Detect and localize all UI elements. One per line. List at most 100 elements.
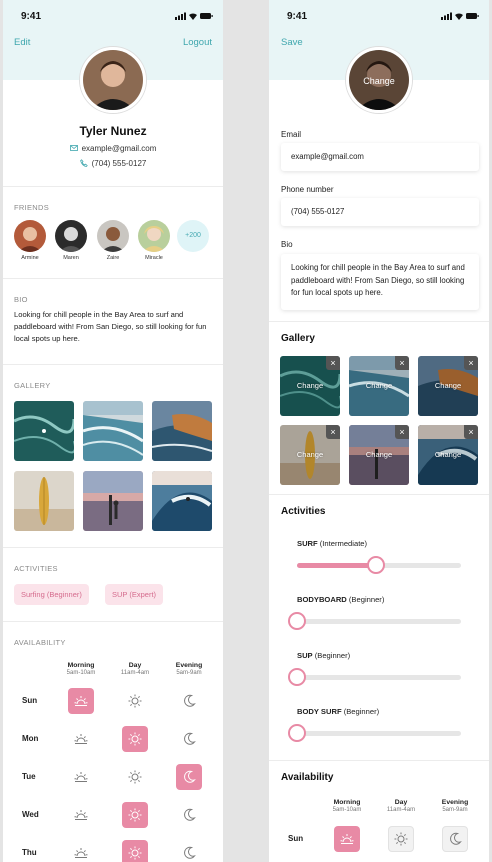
gallery-title: GALLERY [14, 381, 51, 390]
friend-name: Zaire [106, 255, 120, 261]
availability-slot[interactable] [68, 726, 94, 752]
phone-row: (704) 555-0127 [3, 159, 223, 168]
moon-icon [184, 846, 195, 859]
more-friends-button[interactable]: +200 [177, 220, 209, 252]
availability-slot[interactable] [122, 802, 148, 828]
profile-email: example@gmail.com [81, 144, 157, 153]
status-time: 9:41 [287, 11, 308, 22]
bio-label: Bio [281, 240, 293, 249]
divider [3, 364, 223, 365]
sun-icon [128, 808, 142, 822]
remove-photo-button[interactable]: × [464, 425, 478, 439]
gallery-photo-edit[interactable]: Change × [280, 425, 340, 485]
activity-slider[interactable] [288, 724, 461, 742]
slider-handle[interactable] [366, 556, 385, 574]
profile-avatar[interactable] [80, 47, 146, 113]
change-avatar-button[interactable]: Change [346, 47, 412, 113]
sunrise-icon [74, 695, 88, 706]
availability-slot[interactable] [176, 726, 202, 752]
friend-item[interactable]: Miracle [138, 220, 172, 261]
gallery-photo-edit[interactable]: Change × [280, 356, 340, 416]
availability-slot[interactable] [442, 826, 468, 852]
activity-name: SUP [297, 651, 313, 660]
remove-photo-button[interactable]: × [464, 356, 478, 370]
availability-slot[interactable] [122, 726, 148, 752]
divider [3, 186, 223, 187]
activity-label: SUP (Beginner) [297, 651, 350, 660]
friend-avatar [97, 220, 129, 252]
availability-slot[interactable] [176, 802, 202, 828]
gallery-photo[interactable] [152, 401, 212, 461]
availability-slot[interactable] [334, 826, 360, 852]
remove-photo-button[interactable]: × [395, 356, 409, 370]
gallery-photo[interactable] [83, 471, 143, 531]
availability-slot[interactable] [176, 840, 202, 862]
gallery-photo-edit[interactable]: Change × [418, 425, 478, 485]
period-hours: 5am-10am [66, 670, 96, 676]
availability-slot[interactable] [68, 802, 94, 828]
activity-level: (Beginner) [346, 595, 385, 604]
gallery-change-label: Change [296, 450, 324, 459]
activity-name: SURF [297, 539, 318, 548]
gallery-change-label: Change [365, 381, 393, 390]
save-button[interactable]: Save [281, 37, 303, 48]
availability-slot[interactable] [122, 764, 148, 790]
sun-icon [128, 846, 142, 860]
gallery-photo[interactable] [152, 471, 212, 531]
availability-title: Availability [281, 772, 334, 783]
availability-slot[interactable] [176, 764, 202, 790]
edit-button[interactable]: Edit [14, 37, 30, 48]
gallery-photo[interactable] [83, 401, 143, 461]
edit-profile-screen: 9:41 Save Change Email example@gmail.com… [269, 0, 489, 862]
gallery-photo[interactable] [14, 471, 74, 531]
remove-photo-button[interactable]: × [395, 425, 409, 439]
slider-handle[interactable] [288, 724, 306, 742]
slider-handle[interactable] [288, 612, 306, 630]
divider [269, 321, 489, 322]
sunrise-icon [340, 833, 354, 844]
availability-slot[interactable] [388, 826, 414, 852]
phone-field[interactable]: (704) 555-0127 [281, 198, 479, 226]
activity-chip: Surfing (Beginner) [14, 584, 89, 605]
availability-slot[interactable] [68, 840, 94, 862]
logout-button[interactable]: Logout [183, 37, 212, 48]
day-label: Sun [22, 696, 38, 705]
day-label: Wed [22, 810, 39, 819]
friend-item[interactable]: Zaire [97, 220, 131, 261]
friend-item[interactable]: Armine [14, 220, 48, 261]
period-hours: 11am-4am [120, 670, 150, 676]
availability-slot[interactable] [122, 688, 148, 714]
bio-field[interactable]: Looking for chill people in the Bay Area… [281, 254, 479, 310]
activity-label: BODY SURF (Beginner) [297, 707, 379, 716]
gallery-photo-edit[interactable]: Change × [349, 356, 409, 416]
friend-avatar [55, 220, 87, 252]
period-header: Evening 5am-9am [429, 798, 481, 813]
activity-slider[interactable] [297, 556, 461, 574]
gallery-photo-edit[interactable]: Change × [418, 356, 478, 416]
slider-handle[interactable] [288, 668, 306, 686]
friend-item[interactable]: Maren [55, 220, 89, 261]
friends-title: FRIENDS [14, 203, 50, 212]
status-icons [175, 12, 213, 20]
availability-slot[interactable] [122, 840, 148, 862]
moon-icon [184, 694, 195, 707]
availability-slot[interactable] [68, 688, 94, 714]
remove-photo-button[interactable]: × [326, 425, 340, 439]
activity-name: BODYBOARD [297, 595, 347, 604]
availability-slot[interactable] [68, 764, 94, 790]
divider [3, 621, 223, 622]
email-field[interactable]: example@gmail.com [281, 143, 479, 171]
slider-fill [297, 563, 376, 568]
day-label: Mon [22, 734, 39, 743]
gallery-photo-edit[interactable]: Change × [349, 425, 409, 485]
remove-photo-button[interactable]: × [326, 356, 340, 370]
activity-slider[interactable] [288, 612, 461, 630]
sunrise-icon [74, 847, 88, 858]
gallery-photo[interactable] [14, 401, 74, 461]
availability-slot[interactable] [176, 688, 202, 714]
activity-slider[interactable] [288, 668, 461, 686]
activity-level: (Intermediate) [317, 539, 368, 548]
period-name: Morning [333, 799, 361, 806]
friend-name: Armine [21, 255, 39, 261]
status-icons [441, 12, 479, 20]
